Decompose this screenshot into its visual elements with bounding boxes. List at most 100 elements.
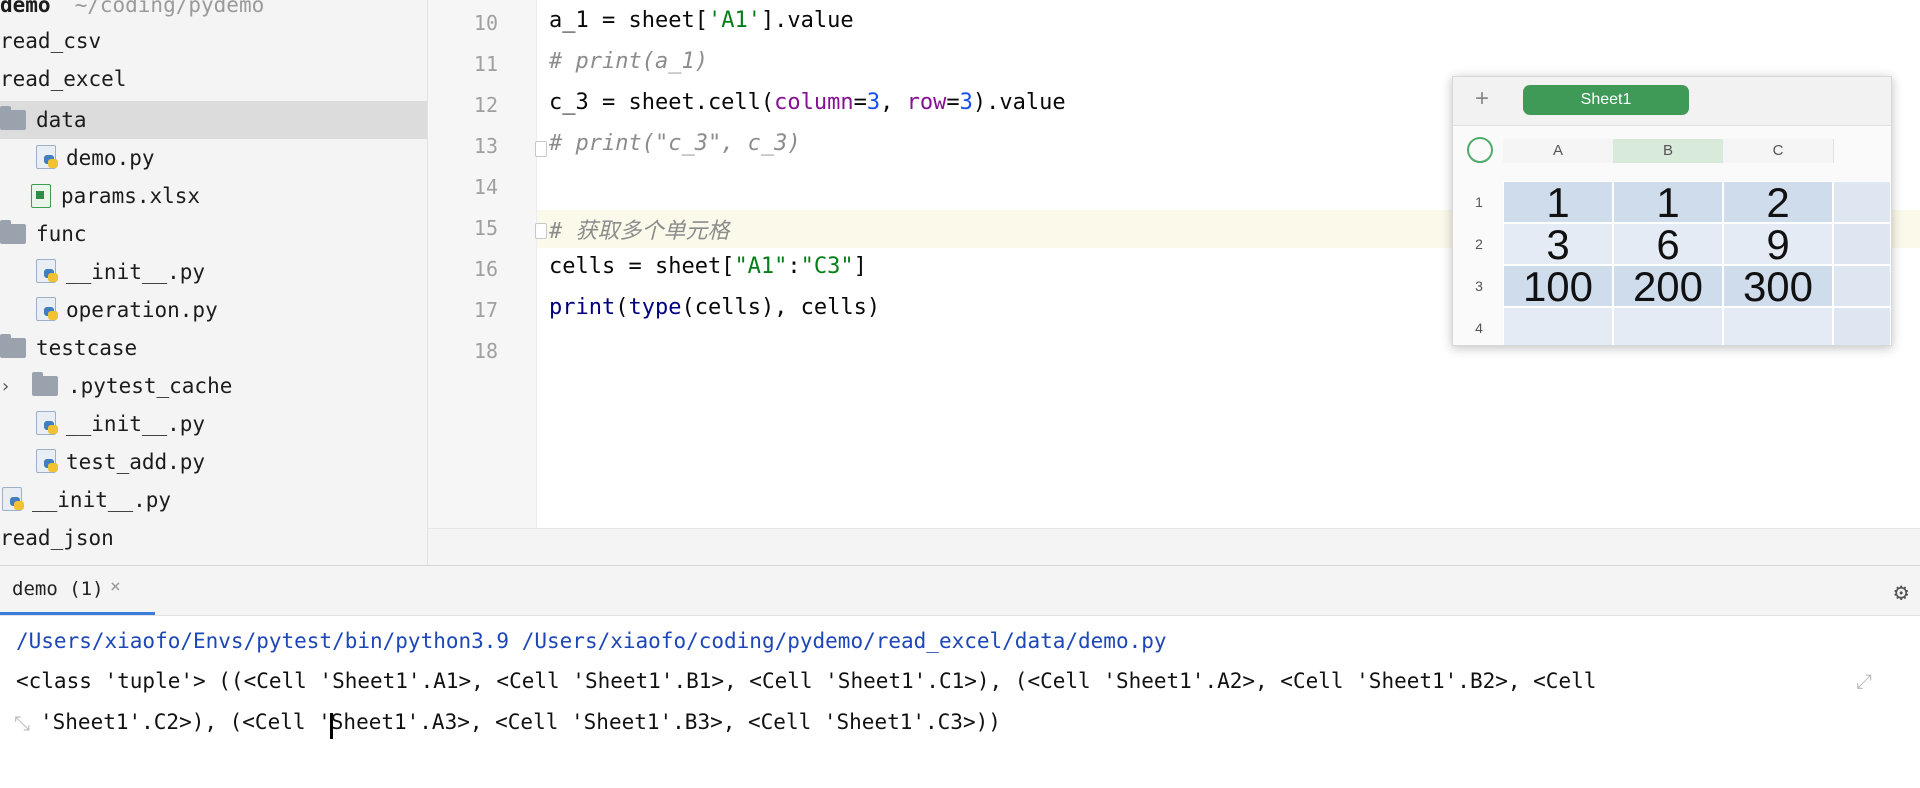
cell-d3[interactable] — [1833, 265, 1891, 307]
python-file-icon — [36, 411, 58, 437]
python-file-icon — [36, 145, 58, 171]
tree-item-read-json[interactable]: read_json — [0, 519, 427, 557]
line-number: 18 — [473, 339, 498, 363]
cell-c1[interactable]: 2 — [1723, 181, 1833, 224]
soft-wrap-icon: ⤡ — [14, 711, 30, 735]
cell-c2[interactable]: 9 — [1723, 223, 1833, 266]
add-sheet-button[interactable]: + — [1475, 85, 1489, 113]
folder-icon — [0, 220, 26, 244]
cell-b3[interactable]: 200 — [1613, 265, 1723, 308]
tree-item-params-xlsx[interactable]: params.xlsx — [0, 177, 427, 215]
tree-item-label: read_csv — [0, 29, 102, 53]
code-line-11[interactable]: # print(a_1) — [549, 49, 708, 74]
run-panel: demo (1) × ⚙ /Users/xiaofo/Envs/pytest/b… — [0, 565, 1920, 788]
run-output-line: <class 'tuple'> ((<Cell 'Sheet1'.A1>, <C… — [16, 669, 1597, 693]
close-icon[interactable]: × — [110, 576, 121, 597]
line-number: 12 — [473, 93, 498, 117]
column-header-a[interactable]: A — [1503, 139, 1614, 163]
tree-item-label: demo.py — [66, 146, 155, 170]
run-output-line: 'Sheet1'.C2>), (<Cell 'Sheet1'.A3>, <Cel… — [40, 710, 1001, 734]
code-line-16[interactable]: cells = sheet["A1":"C3"] — [549, 254, 867, 279]
row-header[interactable]: 3 — [1467, 265, 1491, 307]
tree-item-label: data — [36, 108, 87, 132]
sheet-tab-bar: + Sheet1 — [1453, 77, 1891, 126]
tree-item-label: params.xlsx — [61, 184, 201, 208]
tree-item-data[interactable]: data — [0, 101, 427, 139]
cell-a3[interactable]: 100 — [1503, 265, 1613, 308]
run-tab-bar: demo (1) × ⚙ — [0, 566, 1920, 616]
cell-c4[interactable] — [1723, 307, 1833, 345]
code-line-12[interactable]: c_3 = sheet.cell(column=3, row=3).value — [549, 90, 1066, 115]
tree-item-test-add-py[interactable]: test_add.py — [0, 443, 427, 481]
line-number: 10 — [473, 11, 498, 35]
tree-item-testcase-init[interactable]: __init__.py — [0, 405, 427, 443]
cell-b1[interactable]: 1 — [1613, 181, 1723, 224]
cell-d4[interactable] — [1833, 307, 1891, 345]
code-line-15[interactable]: # 获取多个单元格 — [535, 213, 730, 245]
cell-b4[interactable] — [1613, 307, 1723, 345]
column-header-b[interactable]: B — [1613, 139, 1724, 163]
fold-marker-icon[interactable] — [535, 223, 547, 239]
select-all-icon[interactable] — [1467, 137, 1493, 163]
tree-item-testcase[interactable]: testcase — [0, 329, 427, 367]
spreadsheet-window[interactable]: + Sheet1 A B C 1 2 3 4 1 1 2 3 6 9 100 2… — [1452, 76, 1892, 346]
python-file-icon — [36, 449, 58, 475]
line-number: 15 — [473, 216, 498, 240]
row-header[interactable]: 1 — [1467, 181, 1491, 223]
run-command-line[interactable]: /Users/xiaofo/Envs/pytest/bin/python3.9 … — [16, 629, 1167, 653]
soft-wrap-icon: ⤢ — [1856, 669, 1872, 693]
line-number: 14 — [473, 175, 498, 199]
python-file-icon — [36, 297, 58, 323]
tree-item-label: __init__.py — [32, 488, 172, 512]
folder-icon — [0, 106, 26, 130]
active-tab-indicator — [0, 612, 155, 615]
tree-item-pytest-cache[interactable]: › .pytest_cache — [0, 367, 427, 405]
gear-icon[interactable]: ⚙ — [1894, 578, 1908, 606]
python-file-icon — [36, 259, 58, 285]
line-number: 17 — [473, 298, 498, 322]
cell-a4[interactable] — [1503, 307, 1613, 345]
tree-item-read-excel[interactable]: read_excel — [0, 60, 427, 98]
text-caret — [330, 713, 333, 739]
tree-item-label: __init__.py — [66, 412, 206, 436]
code-line-10[interactable]: a_1 = sheet['A1'].value — [549, 8, 854, 33]
run-tab[interactable]: demo (1) — [12, 578, 104, 600]
tree-item-label: func — [36, 222, 87, 246]
cell-b2[interactable]: 6 — [1613, 223, 1723, 266]
tree-item-demo-py[interactable]: demo.py — [0, 139, 427, 177]
cell-d1[interactable] — [1833, 181, 1891, 223]
cell-d2[interactable] — [1833, 223, 1891, 265]
code-line-17[interactable]: print(type(cells), cells) — [549, 295, 880, 320]
line-gutter: 10 11 12 13 14 15 16 17 18 — [428, 0, 537, 565]
project-tree: demo ~/coding/pydemo read_csv read_excel… — [0, 0, 428, 565]
fold-marker-icon[interactable] — [535, 141, 547, 157]
line-number: 13 — [473, 134, 498, 158]
line-number: 16 — [473, 257, 498, 281]
column-header-c[interactable]: C — [1723, 139, 1834, 163]
tree-item-label: operation.py — [66, 298, 218, 322]
tree-item-label: testcase — [36, 336, 138, 360]
tree-item-func-init[interactable]: __init__.py — [0, 253, 427, 291]
row-header[interactable]: 2 — [1467, 223, 1491, 265]
tree-item-read-csv[interactable]: read_csv — [0, 22, 427, 60]
cell-c3[interactable]: 300 — [1723, 265, 1833, 308]
editor-bottom-bar — [428, 528, 1920, 566]
tree-item-root-init[interactable]: __init__.py — [0, 481, 427, 519]
line-number: 11 — [473, 52, 498, 76]
tree-item-label: __init__.py — [66, 260, 206, 284]
tree-item-label: read_json — [0, 526, 114, 550]
sheet-tab[interactable]: Sheet1 — [1523, 85, 1689, 115]
row-header[interactable]: 4 — [1467, 307, 1491, 345]
cell-a1[interactable]: 1 — [1503, 181, 1613, 224]
code-line-13[interactable]: # print("c_3", c_3) — [535, 131, 801, 157]
tree-root-label: demo — [0, 0, 51, 17]
folder-icon — [32, 372, 58, 396]
tree-root-path: ~/coding/pydemo — [74, 0, 265, 17]
chevron-right-icon[interactable]: › — [0, 376, 14, 397]
tree-item-operation-py[interactable]: operation.py — [0, 291, 427, 329]
python-file-icon — [2, 487, 24, 513]
cell-a2[interactable]: 3 — [1503, 223, 1613, 266]
tree-root[interactable]: demo ~/coding/pydemo — [0, 0, 427, 24]
tree-item-label: test_add.py — [66, 450, 206, 474]
tree-item-func[interactable]: func — [0, 215, 427, 253]
